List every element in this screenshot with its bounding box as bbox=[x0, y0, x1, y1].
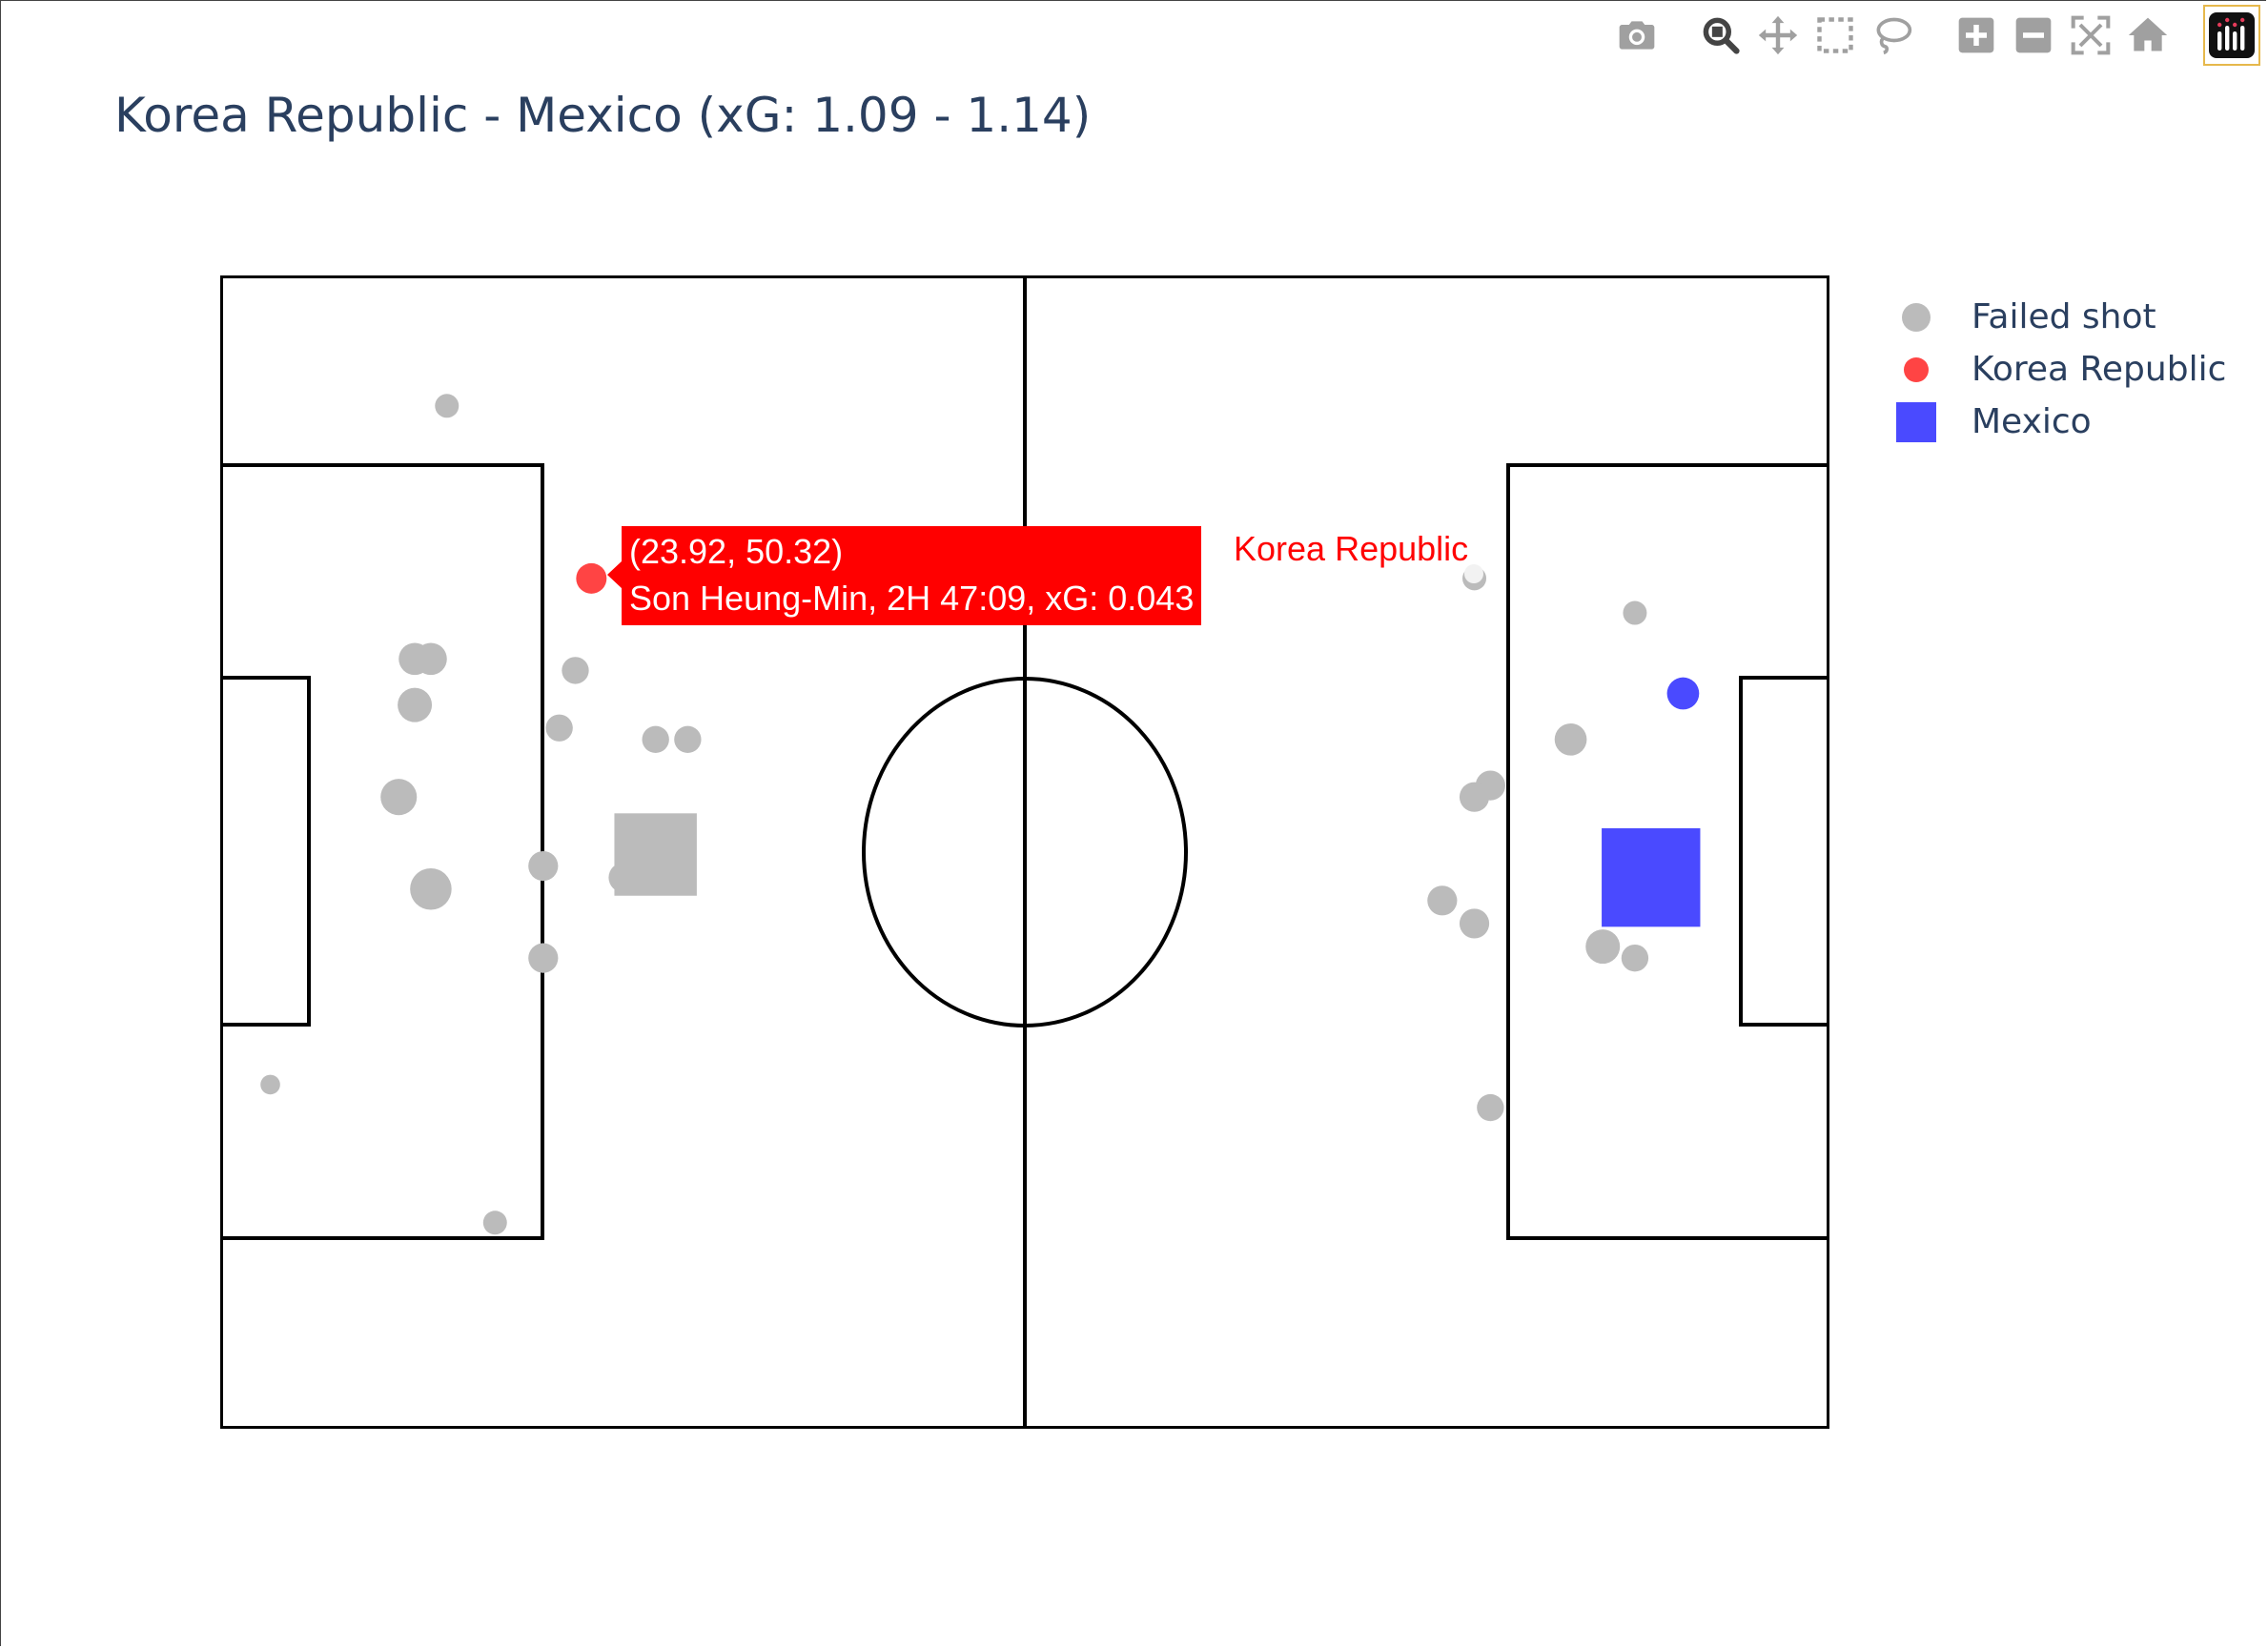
shot-markers bbox=[260, 394, 1701, 1235]
shot-marker-failed-shot[interactable] bbox=[482, 1211, 507, 1235]
legend-item-failed-shot[interactable]: Failed shot bbox=[1888, 291, 2226, 343]
shot-marker-failed-shot[interactable] bbox=[545, 714, 573, 742]
legend-item-korea-republic[interactable]: Korea Republic bbox=[1888, 343, 2226, 396]
legend-item-mexico[interactable]: Mexico bbox=[1888, 396, 2226, 448]
pitch-plot[interactable] bbox=[0, 0, 2268, 1648]
shot-marker-failed-shot[interactable] bbox=[1621, 944, 1649, 972]
legend: Failed shot Korea Republic Mexico bbox=[1888, 291, 2226, 448]
legend-label-korea-republic: Korea Republic bbox=[1972, 350, 2227, 389]
legend-symbol-korea-republic bbox=[1888, 343, 1945, 396]
shot-marker-failed-shot[interactable] bbox=[674, 725, 702, 753]
shot-marker-mexico[interactable] bbox=[1666, 677, 1700, 710]
shot-marker-failed-shot[interactable] bbox=[435, 394, 460, 418]
hover-tooltip-text: Son Heung-Min, 2H 47:09, xG: 0.043 bbox=[629, 579, 1195, 618]
hover-tooltip-arrow bbox=[607, 560, 623, 589]
legend-symbol-failed-shot bbox=[1888, 291, 1945, 343]
shot-marker-failed-shot[interactable] bbox=[1554, 722, 1587, 756]
shot-marker-failed-shot[interactable] bbox=[260, 1074, 280, 1095]
shot-marker-failed-shot[interactable] bbox=[410, 867, 452, 910]
legend-label-mexico: Mexico bbox=[1972, 402, 2092, 441]
shot-marker-failed-shot[interactable] bbox=[1427, 885, 1458, 916]
shot-marker-failed-shot[interactable] bbox=[642, 725, 669, 753]
shot-marker-failed-shot[interactable] bbox=[614, 813, 697, 896]
right-six-yard-box bbox=[1739, 676, 1828, 1027]
legend-label-failed-shot: Failed shot bbox=[1972, 297, 2156, 336]
shot-marker-failed-shot[interactable] bbox=[562, 657, 589, 684]
shot-marker-failed-shot[interactable] bbox=[1623, 600, 1647, 625]
left-penalty-box bbox=[222, 463, 544, 1240]
shot-marker-failed-shot[interactable] bbox=[1585, 929, 1621, 965]
hover-tooltip-series: Korea Republic bbox=[1234, 529, 1469, 568]
shot-marker-korea-republic[interactable] bbox=[576, 562, 607, 594]
shot-marker-failed-shot[interactable] bbox=[415, 642, 447, 676]
shot-marker-failed-shot[interactable] bbox=[528, 850, 559, 882]
hover-tooltip-coords: (23.92, 50.32) bbox=[629, 532, 844, 571]
shot-marker-failed-shot[interactable] bbox=[1477, 1093, 1504, 1122]
shot-marker-mexico[interactable] bbox=[1602, 827, 1701, 927]
shot-marker-failed-shot[interactable] bbox=[398, 687, 433, 722]
shot-marker-failed-shot[interactable] bbox=[1459, 908, 1490, 939]
legend-symbol-mexico bbox=[1888, 396, 1945, 448]
shot-marker-failed-shot[interactable] bbox=[528, 943, 559, 973]
hover-tooltip: (23.92, 50.32) Son Heung-Min, 2H 47:09, … bbox=[622, 526, 1202, 625]
left-six-yard-box bbox=[222, 676, 311, 1027]
shot-marker-failed-shot[interactable] bbox=[1459, 782, 1490, 812]
shot-marker-failed-shot[interactable] bbox=[380, 779, 418, 816]
pitch-markings bbox=[220, 275, 1829, 1429]
